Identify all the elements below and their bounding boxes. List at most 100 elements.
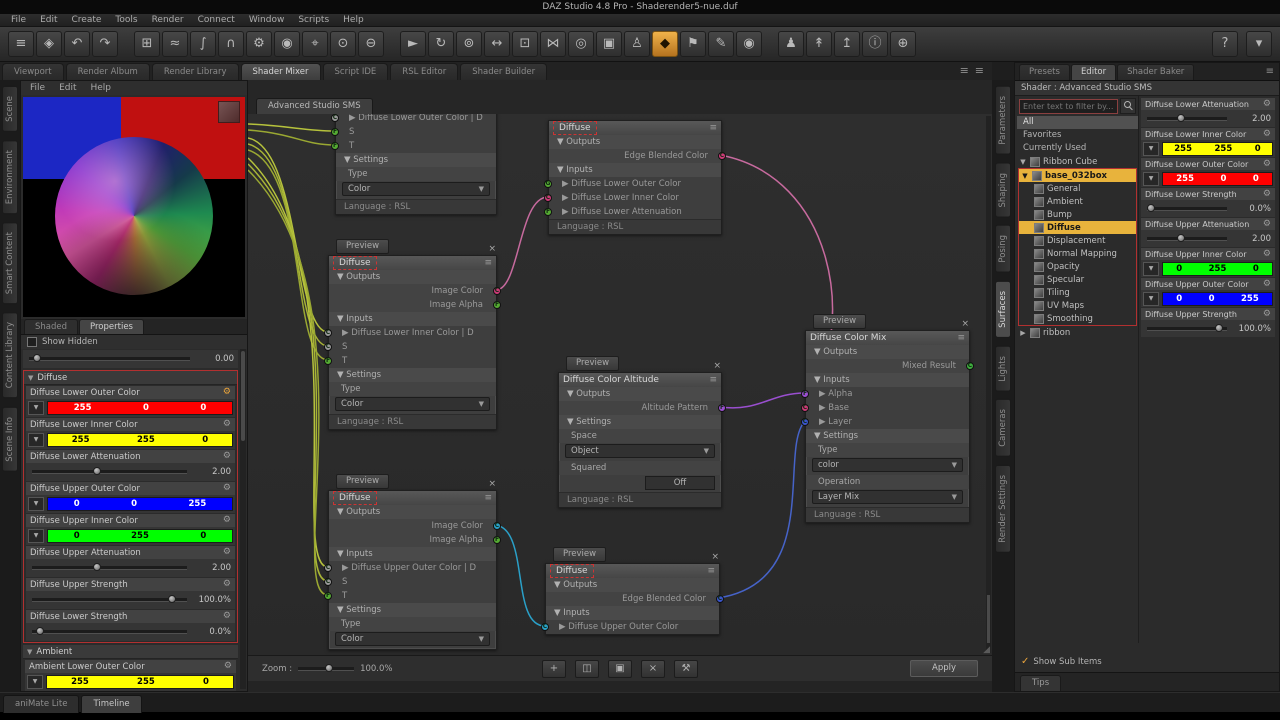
list-item-all[interactable]: All <box>1017 116 1138 129</box>
output-port[interactable]: C <box>716 595 724 603</box>
figure-up-icon[interactable]: ↥ <box>834 31 860 57</box>
group-header-diffuse[interactable]: ▼Diffuse <box>24 371 237 385</box>
node-diffuse-color-altitude[interactable]: ×Diffuse Color Altitude≡▼ OutputsAltitud… <box>558 372 722 508</box>
help-icon[interactable]: ? <box>1212 31 1238 57</box>
title-bar[interactable]: DAZ Studio 4.8 Pro - Shaderender5-nue.du… <box>0 0 1280 14</box>
tree-node-bump[interactable]: Bump <box>1019 208 1136 221</box>
slider-handle[interactable] <box>1177 234 1185 242</box>
tab-shaded[interactable]: Shaded <box>24 319 78 334</box>
wire-altitude-to-alpha[interactable] <box>720 393 805 408</box>
zoom-handle[interactable] <box>325 664 333 672</box>
tab-presets[interactable]: Presets <box>1019 64 1070 80</box>
node-diffuse-color-mix[interactable]: ×Diffuse Color Mix≡▼ OutputsMixed Result… <box>805 330 970 523</box>
tab-rsl-editor[interactable]: RSL Editor <box>390 63 458 80</box>
input-port[interactable]: C <box>331 114 339 122</box>
left-panel-scrollbar[interactable] <box>240 349 246 689</box>
show-hidden-checkbox[interactable] <box>27 337 37 347</box>
color-dropdown-button[interactable]: ▼ <box>1143 292 1159 306</box>
tab-shader-mixer[interactable]: Shader Mixer <box>241 63 321 80</box>
gear-icon[interactable]: ⚙ <box>1263 278 1271 291</box>
output-port[interactable]: C <box>493 287 501 295</box>
input-port[interactable]: F <box>324 357 332 365</box>
characters-icon[interactable]: ♟ <box>778 31 804 57</box>
delete-node-button[interactable]: × <box>641 660 665 678</box>
dock-tab-lights[interactable]: Lights <box>995 346 1011 392</box>
slider-handle[interactable] <box>93 467 101 475</box>
slider-handle[interactable] <box>93 563 101 571</box>
color-swatch[interactable]: 02550 <box>1162 262 1273 276</box>
gear-icon[interactable]: ⚙ <box>223 610 231 623</box>
gear-icon[interactable]: ⚙ <box>223 482 231 495</box>
dock-tab-shaping[interactable]: Shaping <box>995 163 1011 218</box>
gear-icon[interactable]: ⚙ <box>224 660 232 673</box>
node-diffuse-upper-edge[interactable]: ×Diffuse≡▼ OutputsEdge Blended ColorC▼ I… <box>545 563 720 635</box>
gear-icon[interactable]: ⚙ <box>223 386 231 399</box>
color-dropdown-button[interactable]: ▼ <box>1143 142 1159 156</box>
tab-render-album[interactable]: Render Album <box>66 63 150 80</box>
slider-track[interactable] <box>1147 117 1227 121</box>
pane-menu-icon[interactable]: ≡ <box>8 31 34 57</box>
dock-tab-parameters[interactable]: Parameters <box>995 86 1011 155</box>
add-camera-icon[interactable]: ◉ <box>274 31 300 57</box>
output-port[interactable]: C <box>966 362 974 370</box>
slider-track[interactable] <box>1147 327 1227 331</box>
menu-help[interactable]: Help <box>336 14 371 26</box>
input-port[interactable]: G <box>544 180 552 188</box>
node-graph-canvas[interactable]: ◢ ▶ Diffuse Lower Outer Color | DCSFTF▼ … <box>248 114 992 655</box>
dock-tab-scene[interactable]: Scene <box>2 86 18 132</box>
edit-tool-icon[interactable]: ✎ <box>708 31 734 57</box>
node-dropdown[interactable]: Object▼ <box>565 444 715 458</box>
lock-tool-icon[interactable]: ◆ <box>652 31 678 57</box>
list-item-currently-used[interactable]: Currently Used <box>1017 142 1138 155</box>
color-dropdown-button[interactable]: ▼ <box>1143 172 1159 186</box>
slider-track[interactable] <box>32 566 187 570</box>
gear-icon[interactable]: ⚙ <box>1263 248 1271 261</box>
tab-shader-builder[interactable]: Shader Builder <box>460 63 547 80</box>
color-swatch[interactable]: 00255 <box>47 497 233 511</box>
pane-menu-edit[interactable]: Edit <box>52 83 83 93</box>
pan-tool-icon[interactable]: ↔ <box>484 31 510 57</box>
node-dropdown[interactable]: Color▼ <box>335 632 490 646</box>
pane-layout-icon[interactable]: ≡ <box>975 64 984 77</box>
dock-tab-smart-content[interactable]: Smart Content <box>2 222 18 304</box>
color-swatch[interactable]: 02550 <box>47 529 233 543</box>
input-port[interactable]: F <box>324 592 332 600</box>
slider-track[interactable] <box>1147 207 1227 211</box>
wire-edgeblend2-to-layer[interactable] <box>718 421 805 598</box>
wire-imagecolor2-to-upper-outer[interactable] <box>495 525 545 626</box>
node-diffuse-upper-brick[interactable]: ×Diffuse≡▼ OutputsImage ColorCImage Alph… <box>328 490 497 650</box>
gear-icon[interactable]: ⚙ <box>1263 308 1271 321</box>
redo-icon[interactable]: ↷ <box>92 31 118 57</box>
scrollbar-thumb[interactable] <box>241 351 245 441</box>
tab-viewport[interactable]: Viewport <box>2 63 64 80</box>
output-port[interactable]: C <box>493 522 501 530</box>
pane-options-icon[interactable]: ≡ <box>960 64 969 77</box>
add-prop-icon[interactable]: ⊞ <box>134 31 160 57</box>
output-port[interactable]: F <box>493 301 501 309</box>
wire-imagecolor-to-inner-color[interactable] <box>495 197 548 290</box>
pin-tool-icon[interactable]: ◎ <box>568 31 594 57</box>
close-node-icon[interactable]: × <box>713 362 721 371</box>
color-dropdown-button[interactable]: ▼ <box>28 433 44 447</box>
color-swatch[interactable]: 00255 <box>1162 292 1273 306</box>
output-port[interactable]: F <box>718 404 726 412</box>
daz-logo-icon[interactable]: ◈ <box>36 31 62 57</box>
cube-tool-icon[interactable]: ▣ <box>596 31 622 57</box>
show-sub-items-checkbox[interactable]: ✓ <box>1021 657 1029 667</box>
input-port[interactable]: F <box>544 208 552 216</box>
gear-icon[interactable]: ⚙ <box>223 450 231 463</box>
scrollbar-thumb[interactable] <box>987 595 990 643</box>
node-menu-icon[interactable]: ≡ <box>709 375 717 385</box>
input-port[interactable]: C <box>324 329 332 337</box>
add-sphere-icon[interactable]: ⊙ <box>330 31 356 57</box>
tree-node-normal-mapping[interactable]: Normal Mapping <box>1019 247 1136 260</box>
menu-edit[interactable]: Edit <box>33 14 64 26</box>
pane-menu-file[interactable]: File <box>23 83 52 93</box>
tree-node-ribbon-cube[interactable]: ▼Ribbon Cube <box>1017 155 1138 168</box>
target-icon[interactable]: ⌖ <box>302 31 328 57</box>
tab-script-ide[interactable]: Script IDE <box>323 63 389 80</box>
menu-create[interactable]: Create <box>65 14 109 26</box>
tree-node-base-032box[interactable]: ▼base_032box <box>1019 169 1136 182</box>
preview-button[interactable]: Preview <box>553 547 606 562</box>
slider-track[interactable] <box>32 598 187 602</box>
